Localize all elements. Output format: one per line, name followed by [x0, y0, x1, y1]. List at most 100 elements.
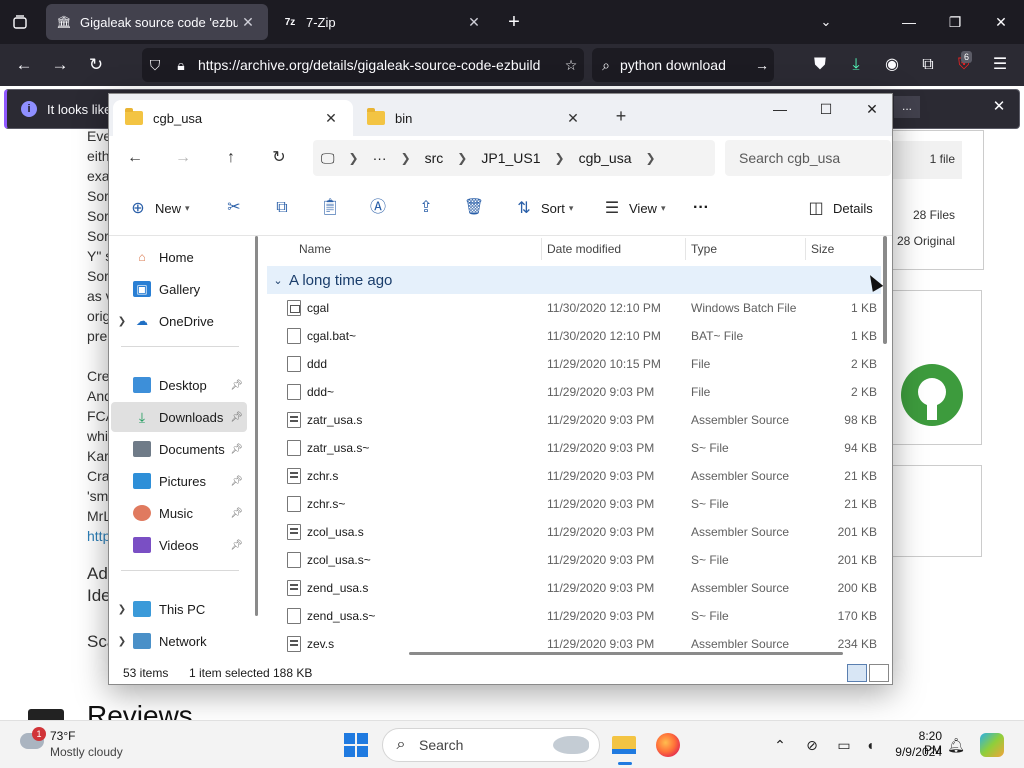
- browser-tab-7zip[interactable]: 7z 7-Zip ✕: [272, 4, 494, 40]
- menu-icon[interactable]: ☰: [988, 53, 1012, 77]
- nav-item-onedrive[interactable]: ❯ ☁ OneDrive: [111, 306, 247, 336]
- close-icon[interactable]: ✕: [988, 97, 1010, 115]
- web-search-input[interactable]: ⌕ python download →: [592, 48, 774, 82]
- share-icon[interactable]: ⇪: [413, 194, 439, 222]
- up-icon[interactable]: ↑: [217, 146, 245, 170]
- file-count[interactable]: 28 Files: [913, 208, 955, 222]
- chevron-down-icon[interactable]: ⌄: [814, 10, 838, 34]
- file-count[interactable]: 1 file: [930, 152, 955, 166]
- file-row[interactable]: zatr_usa.s 11/29/2020 9:03 PM Assembler So…: [267, 406, 881, 434]
- breadcrumb[interactable]: 🖵 ❯ ··· ❯ src ❯ JP1_US1 ❯ cgb_usa ❯: [313, 140, 715, 176]
- minimize-button[interactable]: —: [886, 6, 932, 38]
- close-window-button[interactable]: ✕: [849, 94, 895, 124]
- audio-icon[interactable]: ◖: [860, 735, 880, 755]
- file-count[interactable]: 28 Original: [897, 234, 955, 248]
- file-row[interactable]: zend_usa.s 11/29/2020 9:03 PM Assembler So…: [267, 574, 881, 602]
- file-list-scrollbar[interactable]: [883, 236, 887, 344]
- chevron-right-icon[interactable]: ❯: [646, 151, 656, 165]
- nav-item-pictures[interactable]: Pictures 📌︎: [111, 466, 247, 496]
- pin-icon[interactable]: 📌︎: [230, 476, 243, 487]
- nav-item-music[interactable]: Music 📌︎: [111, 498, 247, 528]
- search-value[interactable]: python download: [620, 57, 750, 73]
- minimize-button[interactable]: —: [757, 94, 803, 124]
- nav-item-documents[interactable]: Documents 📌︎: [111, 434, 247, 464]
- breadcrumb-item[interactable]: src: [425, 150, 444, 166]
- chevron-right-icon[interactable]: ❯: [555, 151, 565, 165]
- file-row[interactable]: zchr.s~ 11/29/2020 9:03 PM S~ File 21 KB: [267, 490, 881, 518]
- details-button[interactable]: ◫ Details: [805, 194, 872, 222]
- paste-icon[interactable]: 📋︎: [317, 194, 343, 222]
- folder-search-input[interactable]: Search cgb_usa: [725, 140, 891, 176]
- chevron-right-icon[interactable]: ❯: [111, 636, 133, 647]
- chevron-right-icon[interactable]: ❯: [111, 316, 133, 327]
- go-arrow-icon[interactable]: →: [750, 57, 774, 73]
- restore-button[interactable]: ❐: [932, 6, 978, 38]
- column-header-date[interactable]: Date modified: [547, 236, 621, 262]
- cut-icon[interactable]: ✂: [221, 194, 247, 222]
- new-tab-button[interactable]: +: [502, 10, 526, 34]
- file-row[interactable]: cgal.bat~ 11/30/2020 12:10 PM BAT~ File 1 K…: [267, 322, 881, 350]
- display-icon[interactable]: ▭: [834, 735, 854, 755]
- extensions-icon[interactable]: ⧉: [916, 53, 940, 77]
- copy-icon[interactable]: ⧉: [269, 194, 295, 222]
- back-icon[interactable]: ←: [10, 51, 38, 79]
- more-options-button[interactable]: ···: [693, 194, 709, 222]
- pocket-icon[interactable]: ⛊: [808, 53, 832, 77]
- close-icon[interactable]: ✕: [321, 110, 341, 127]
- details-view-button[interactable]: [847, 664, 867, 682]
- explorer-tab-bin[interactable]: bin ✕: [355, 100, 595, 136]
- tiles-view-button[interactable]: [869, 664, 889, 682]
- chevron-right-icon[interactable]: ❯: [401, 151, 411, 165]
- pin-icon[interactable]: 📌︎: [230, 508, 243, 519]
- chevron-right-icon[interactable]: ❯: [349, 151, 359, 165]
- file-list-hscrollbar[interactable]: [409, 652, 843, 655]
- view-button[interactable]: ☰ View ▾: [601, 194, 666, 222]
- taskbar-firefox[interactable]: [650, 727, 686, 763]
- copilot-icon[interactable]: [980, 733, 1004, 757]
- column-header-name[interactable]: Name: [299, 236, 331, 262]
- nav-item-gallery[interactable]: ▣ Gallery: [111, 274, 247, 304]
- file-row[interactable]: cgal 11/30/2020 12:10 PM Windows Batch Fil…: [267, 294, 881, 322]
- maximize-button[interactable]: ☐: [803, 94, 849, 124]
- file-row[interactable]: zend_usa.s~ 11/29/2020 9:03 PM S~ File 170 …: [267, 602, 881, 630]
- close-icon[interactable]: ✕: [464, 14, 484, 31]
- pin-icon[interactable]: 📌︎: [230, 412, 243, 423]
- group-header[interactable]: ⌄ A long time ago: [267, 266, 881, 294]
- forward-icon[interactable]: →: [169, 146, 197, 170]
- nav-item-this-pc[interactable]: ❯ This PC: [111, 594, 247, 624]
- file-row[interactable]: zcol_usa.s~ 11/29/2020 9:03 PM S~ File 201 …: [267, 546, 881, 574]
- tab-list-icon[interactable]: [8, 8, 32, 36]
- chevron-right-icon[interactable]: ❯: [111, 604, 133, 615]
- refresh-icon[interactable]: ↻: [265, 146, 293, 170]
- chevron-down-icon[interactable]: ⌄: [267, 274, 289, 287]
- pin-icon[interactable]: 📌︎: [230, 444, 243, 455]
- star-icon[interactable]: ☆: [558, 57, 584, 74]
- file-row[interactable]: ddd~ 11/29/2020 9:03 PM File 2 KB: [267, 378, 881, 406]
- download-icon[interactable]: ⤓: [844, 53, 868, 77]
- explorer-tab-cgb-usa[interactable]: cgb_usa ✕: [113, 100, 353, 136]
- monitor-icon[interactable]: 🖵: [321, 150, 335, 167]
- nav-item-videos[interactable]: Videos 📌︎: [111, 530, 247, 560]
- pin-icon[interactable]: 📌︎: [230, 540, 243, 551]
- weather-temperature[interactable]: 73°F: [50, 729, 75, 743]
- lock-icon[interactable]: 🔒︎: [168, 57, 194, 74]
- new-button[interactable]: ⊕ New ▾: [127, 194, 189, 222]
- url-text[interactable]: https://archive.org/details/gigaleak-sou…: [194, 57, 558, 73]
- forward-icon[interactable]: →: [46, 51, 74, 79]
- delete-icon[interactable]: 🗑︎: [461, 194, 487, 222]
- taskbar-file-explorer[interactable]: [606, 727, 642, 765]
- column-header-type[interactable]: Type: [691, 236, 717, 262]
- nav-item-network[interactable]: ❯ Network: [111, 626, 247, 656]
- breadcrumb-more[interactable]: ···: [373, 150, 387, 166]
- close-window-button[interactable]: ✕: [978, 6, 1024, 38]
- nav-pane-scrollbar[interactable]: [255, 236, 258, 616]
- file-row[interactable]: ddd 11/29/2020 10:15 PM File 2 KB: [267, 350, 881, 378]
- column-header-size[interactable]: Size: [811, 236, 834, 262]
- shield-icon[interactable]: ⛉: [142, 57, 168, 74]
- notice-more-button[interactable]: ...: [894, 96, 920, 118]
- nav-item-downloads[interactable]: ⤓ Downloads 📌︎: [111, 402, 247, 432]
- network-off-icon[interactable]: ⊘: [802, 735, 822, 755]
- account-icon[interactable]: ◉: [880, 53, 904, 77]
- file-row[interactable]: zatr_usa.s~ 11/29/2020 9:03 PM S~ File 94 K…: [267, 434, 881, 462]
- breadcrumb-item[interactable]: cgb_usa: [579, 150, 632, 166]
